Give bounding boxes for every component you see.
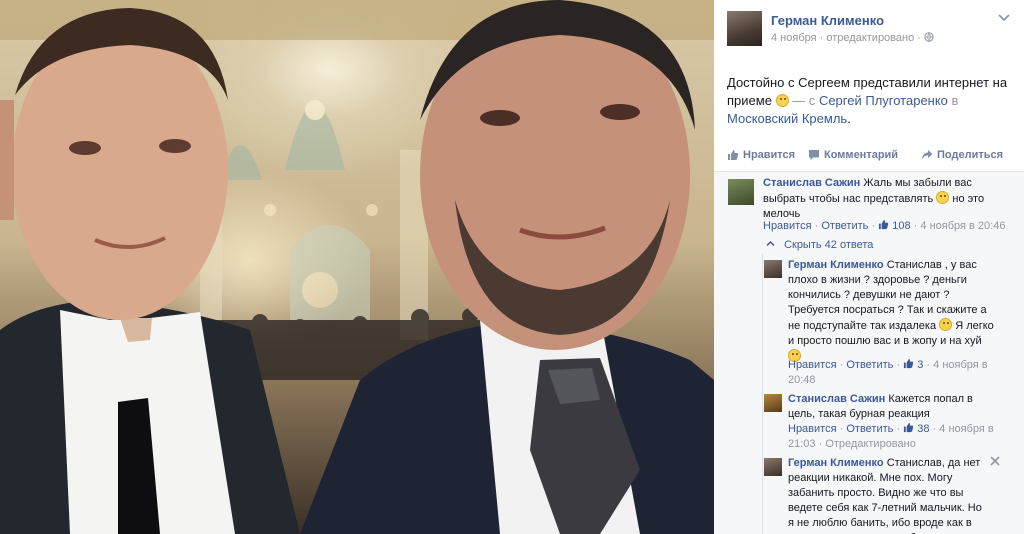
- comment-reply-link[interactable]: Ответить: [821, 220, 868, 232]
- close-icon[interactable]: [990, 456, 1000, 466]
- reply-edited-label[interactable]: Отредактировано: [825, 438, 916, 450]
- reply-body: Станислав Сажин Кажется попал в цель, та…: [788, 392, 998, 422]
- reply-body: Герман Клименко Станислав , у вас плохо …: [788, 258, 996, 365]
- comment-button[interactable]: Комментарий: [808, 149, 898, 161]
- author-avatar[interactable]: [727, 11, 762, 46]
- reply-like-link[interactable]: Нравится: [788, 423, 837, 435]
- comment-body: Станислав Сажин Жаль мы забыли вас выбра…: [763, 176, 1013, 222]
- post-with-label: — с: [792, 93, 816, 108]
- replies-divider: [762, 254, 763, 534]
- smile-emoji-icon: [936, 191, 950, 204]
- reply-author[interactable]: Станислав Сажин: [788, 393, 885, 405]
- location-link[interactable]: Московский Кремль: [727, 111, 847, 126]
- comment-label: Комментарий: [824, 149, 899, 161]
- thumbs-up-icon: [728, 150, 739, 160]
- post-actions-bar: Нравится Комментарий Поделиться: [727, 149, 1014, 165]
- reply-avatar[interactable]: [764, 260, 782, 278]
- commenter-avatar[interactable]: [728, 179, 754, 205]
- post-in-label: в: [951, 93, 959, 108]
- reply-reply-link[interactable]: Ответить: [846, 359, 893, 371]
- reply-like-link[interactable]: Нравится: [788, 359, 837, 371]
- chevron-down-icon[interactable]: [997, 10, 1011, 24]
- share-label: Поделиться: [937, 149, 1004, 161]
- chevron-up-icon: [766, 240, 775, 247]
- comments-section: Станислав Сажин Жаль мы забыли вас выбра…: [714, 171, 1024, 534]
- hide-replies-toggle[interactable]: Скрыть 42 ответа: [766, 239, 873, 251]
- like-button[interactable]: Нравится: [727, 149, 795, 161]
- reply-body: Герман Клименко Станислав, да нет реакци…: [788, 456, 988, 534]
- thumbs-up-icon: [904, 358, 914, 369]
- selfie-illustration: [0, 0, 714, 534]
- post-meta: 4 ноября · отредактировано ·: [771, 32, 934, 44]
- comment-footer: Нравится · Ответить · 108 · 4 ноября в 2…: [763, 219, 1006, 232]
- comment-like-count[interactable]: 108: [892, 220, 910, 232]
- reply-author[interactable]: Герман Клименко: [788, 457, 884, 469]
- reply-author[interactable]: Герман Клименко: [788, 259, 884, 271]
- like-label: Нравится: [743, 149, 796, 161]
- facebook-post-panel: Герман Клименко 4 ноября · отредактирова…: [714, 0, 1024, 534]
- reply-avatar[interactable]: [764, 394, 782, 412]
- thumbs-up-icon: [879, 219, 889, 230]
- post-date[interactable]: 4 ноября: [771, 32, 817, 44]
- reply-footer: Нравится · Ответить · 38 · 4 ноября в 21…: [788, 422, 994, 450]
- thumbs-up-icon: [904, 422, 914, 433]
- post-edited-label[interactable]: отредактировано: [826, 32, 914, 44]
- comment-like-link[interactable]: Нравится: [763, 220, 812, 232]
- post-period: .: [847, 111, 851, 126]
- smile-emoji-icon: [775, 94, 789, 107]
- reply-like-count[interactable]: 38: [917, 423, 929, 435]
- share-arrow-icon: [922, 150, 933, 160]
- reply-reply-link[interactable]: Ответить: [846, 423, 893, 435]
- post-author-name[interactable]: Герман Клименко: [771, 13, 884, 28]
- hide-replies-label: Скрыть 42 ответа: [784, 239, 874, 251]
- comment-time[interactable]: 4 ноября в 20:46: [920, 220, 1005, 232]
- tagged-person-link[interactable]: Сергей Плуготаренко: [819, 93, 948, 108]
- comment-author[interactable]: Станислав Сажин: [763, 177, 860, 189]
- smile-emoji-icon: [939, 318, 953, 331]
- reply-like-count[interactable]: 3: [917, 359, 923, 371]
- post-photo[interactable]: [0, 0, 714, 534]
- globe-icon: [924, 32, 934, 42]
- reply-footer: Нравится · Ответить · 3 · 4 ноября в 20:…: [788, 358, 988, 386]
- comment-icon: [809, 150, 819, 160]
- share-button[interactable]: Поделиться: [921, 149, 1003, 161]
- post-text: Достойно с Сергеем представили интернет …: [727, 74, 1012, 128]
- reply-avatar[interactable]: [764, 458, 782, 476]
